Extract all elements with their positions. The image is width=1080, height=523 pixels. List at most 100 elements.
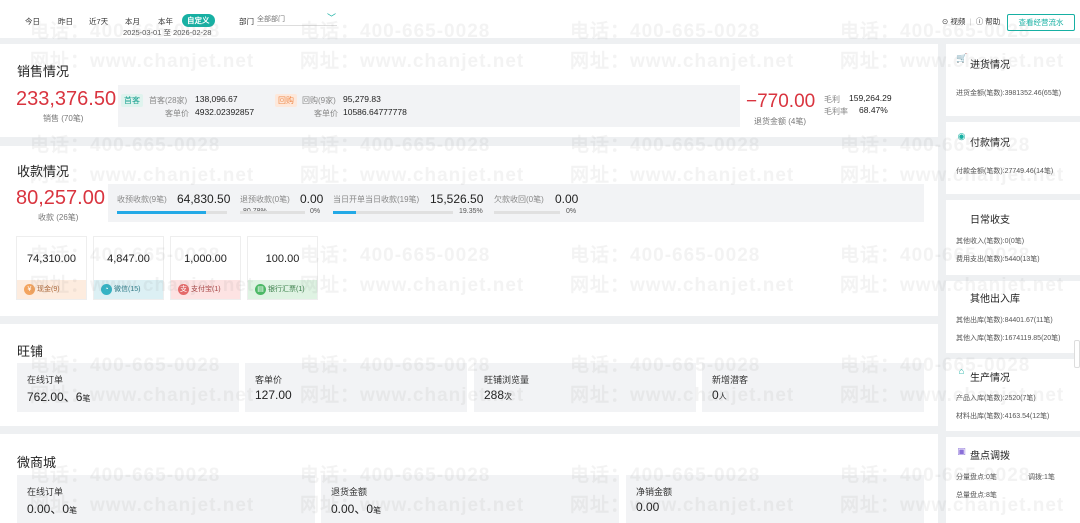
receipt-item-label: 当日开单当日收款(19笔) — [333, 195, 420, 204]
dept-label: 部门 — [239, 17, 254, 26]
purchase-line: 进货金额(笔数):3981352.46(65笔) — [956, 90, 1062, 97]
first-unit-label: 客单价 — [165, 109, 189, 118]
production-line: 材料出库(笔数):4163.54(12笔) — [956, 413, 1050, 420]
production-card[interactable]: ⌂ 生产情况 产品入库(笔数):2520(7笔) 材料出库(笔数):4163.5… — [946, 359, 1080, 431]
wangpu-stat[interactable]: 旺铺浏览量 288次 — [474, 363, 696, 412]
stat-label: 客单价 — [255, 375, 283, 385]
top-right-links: ⊙ 视频 | ⓘ 帮助 — [942, 16, 1001, 27]
video-link[interactable]: ⊙ 视频 — [942, 16, 965, 27]
receipt-item-value[interactable]: 15,526.50 — [430, 192, 483, 206]
filter-this-year[interactable]: 本年 — [158, 16, 173, 27]
receipt-item-value[interactable]: 0.00 — [555, 192, 578, 206]
first-customer-label: 首客(28家) — [149, 96, 188, 105]
purchase-card[interactable]: 🛒 进货情况 进货金额(笔数):3981352.46(65笔) — [946, 44, 1080, 116]
receipt-item-value[interactable]: 64,830.50 — [177, 192, 230, 206]
return-amount[interactable]: −770.00 — [746, 91, 815, 113]
progress-bar — [240, 211, 305, 214]
play-icon: ⊙ — [942, 17, 949, 26]
filter-last7days[interactable]: 近7天 — [89, 16, 108, 27]
sales-breakdown — [118, 85, 740, 127]
daily-card[interactable]: 日常收支 其他收入(笔数):0(0笔) 费用支出(笔数):5440(13笔) — [946, 200, 1080, 275]
payment-line: 付款金额(笔数):27749.46(14笔) — [956, 168, 1054, 175]
payment-amount: 1,000.00 — [184, 253, 227, 265]
repeat-unit-value: 10586.64777778 — [343, 107, 407, 117]
gross-value: 159,264.29 — [849, 93, 892, 103]
wangpu-stat[interactable]: 在线订单 762.00、6笔 — [17, 363, 239, 412]
wangpu-stat[interactable]: 新增潜客 0人 — [702, 363, 924, 412]
receipt-item-label: 收预收款(9笔) — [117, 195, 167, 204]
sales-title: 销售情况 — [17, 64, 70, 79]
gross-label: 毛利 — [824, 95, 840, 104]
sales-amount[interactable]: 233,376.50 — [16, 88, 116, 111]
inout-line: 其他入库(笔数):1674119.85(20笔) — [956, 335, 1061, 342]
inout-card[interactable]: 其他出入库 其他出库(笔数):84401.67(11笔) 其他入库(笔数):16… — [946, 281, 1080, 353]
payment-amount: 100.00 — [265, 253, 300, 265]
stat-label: 旺铺浏览量 — [484, 375, 530, 385]
progress-bar — [117, 211, 227, 214]
payment-label-pill: ▤ 银行汇票(1) — [248, 280, 317, 299]
stock-title: 盘点调拨 — [970, 451, 1010, 462]
return-label: 退货金额 (4笔) — [754, 117, 806, 126]
stat-label: 在线订单 — [27, 487, 64, 497]
stock-line: 总量盘点:8笔 — [956, 492, 997, 499]
cart-icon: 🛒 — [956, 53, 968, 63]
filter-today[interactable]: 今日 — [25, 16, 40, 27]
receipt-item-pct: 0% — [310, 208, 321, 215]
payment-alipay[interactable]: 1,000.00 支 支付宝(1) — [170, 236, 241, 300]
stock-line: 分量盘点:0笔 — [956, 474, 997, 481]
payment-amount: 74,310.00 — [27, 253, 76, 265]
receipt-item-value[interactable]: 0.00 — [300, 192, 323, 206]
receipt-item-label: 退预收款(0笔) — [240, 195, 290, 204]
repeat-unit-label: 客单价 — [314, 109, 338, 118]
stock-card[interactable]: ▣ 盘点调拨 分量盘点:0笔 调拨:1笔 总量盘点:8笔 — [946, 437, 1080, 523]
chevron-down-icon[interactable]: ﹀ — [327, 11, 336, 24]
alipay-icon: 支 — [178, 284, 189, 295]
stat-label: 新增潜客 — [712, 375, 749, 385]
payment-amount: 4,847.00 — [107, 253, 150, 265]
production-title: 生产情况 — [970, 373, 1010, 384]
weishop-stat[interactable]: 退货金额 0.00、0笔 — [321, 475, 619, 523]
first-customer-value[interactable]: 138,096.67 — [195, 94, 238, 104]
scroll-handle[interactable] — [1074, 340, 1080, 368]
receipt-item-pct: 19.35% — [459, 208, 483, 215]
payment-bank[interactable]: 100.00 ▤ 银行汇票(1) — [247, 236, 318, 300]
wangpu-stat[interactable]: 客单价 127.00 — [245, 363, 467, 412]
payment-label-pill: ◔ 微信(15) — [94, 280, 163, 299]
weishop-title: 微商城 — [17, 455, 57, 470]
filter-yesterday[interactable]: 昨日 — [58, 16, 73, 27]
wangpu-title: 旺铺 — [17, 344, 44, 359]
payment-card[interactable]: ◉ 付款情况 付款金额(笔数):27749.46(14笔) — [946, 122, 1080, 194]
help-link[interactable]: ⓘ 帮助 — [976, 16, 1001, 27]
stat-value: 288次 — [484, 388, 513, 402]
payment-title: 付款情况 — [970, 138, 1010, 149]
stock-line: 调拨:1笔 — [1028, 474, 1055, 481]
receipts-title: 收款情况 — [17, 164, 70, 179]
factory-icon: ⌂ — [958, 366, 965, 376]
inout-line: 其他出库(笔数):84401.67(11笔) — [956, 317, 1053, 324]
filter-custom[interactable]: 自定义 — [182, 14, 215, 27]
view-flow-button[interactable]: 查看经营流水 — [1007, 14, 1075, 31]
receipts-amount[interactable]: 80,257.00 — [16, 187, 105, 210]
weishop-stat[interactable]: 在线订单 0.00、0笔 — [17, 475, 315, 523]
margin-label: 毛利率 — [824, 107, 848, 116]
filter-this-month[interactable]: 本月 — [125, 16, 140, 27]
yuan-icon: ¥ — [24, 284, 35, 295]
bank-icon: ▤ — [255, 284, 266, 295]
progress-bar — [333, 211, 453, 214]
repeat-value[interactable]: 95,279.83 — [343, 94, 381, 104]
weishop-stat[interactable]: 净销金额 0.00 — [626, 475, 924, 523]
stat-value: 0人 — [712, 388, 727, 402]
dept-select[interactable] — [257, 13, 337, 26]
stat-value: 127.00 — [255, 388, 292, 402]
receipt-item-pct: 0% — [566, 208, 577, 215]
payment-label-pill: ¥ 现金(9) — [17, 280, 86, 299]
margin-value: 68.47% — [859, 105, 888, 115]
payment-cash[interactable]: 74,310.00 ¥ 现金(9) — [16, 236, 87, 300]
payment-wechat[interactable]: 4,847.00 ◔ 微信(15) — [93, 236, 164, 300]
date-range[interactable]: 2025-03-01 至 2026-02-28 — [123, 27, 211, 38]
stat-label: 在线订单 — [27, 375, 64, 385]
wechat-icon: ◔ — [101, 284, 112, 295]
repeat-label: 回购(9家) — [302, 96, 336, 105]
progress-bar — [494, 211, 560, 214]
repeat-tag: 回购 — [275, 94, 297, 107]
